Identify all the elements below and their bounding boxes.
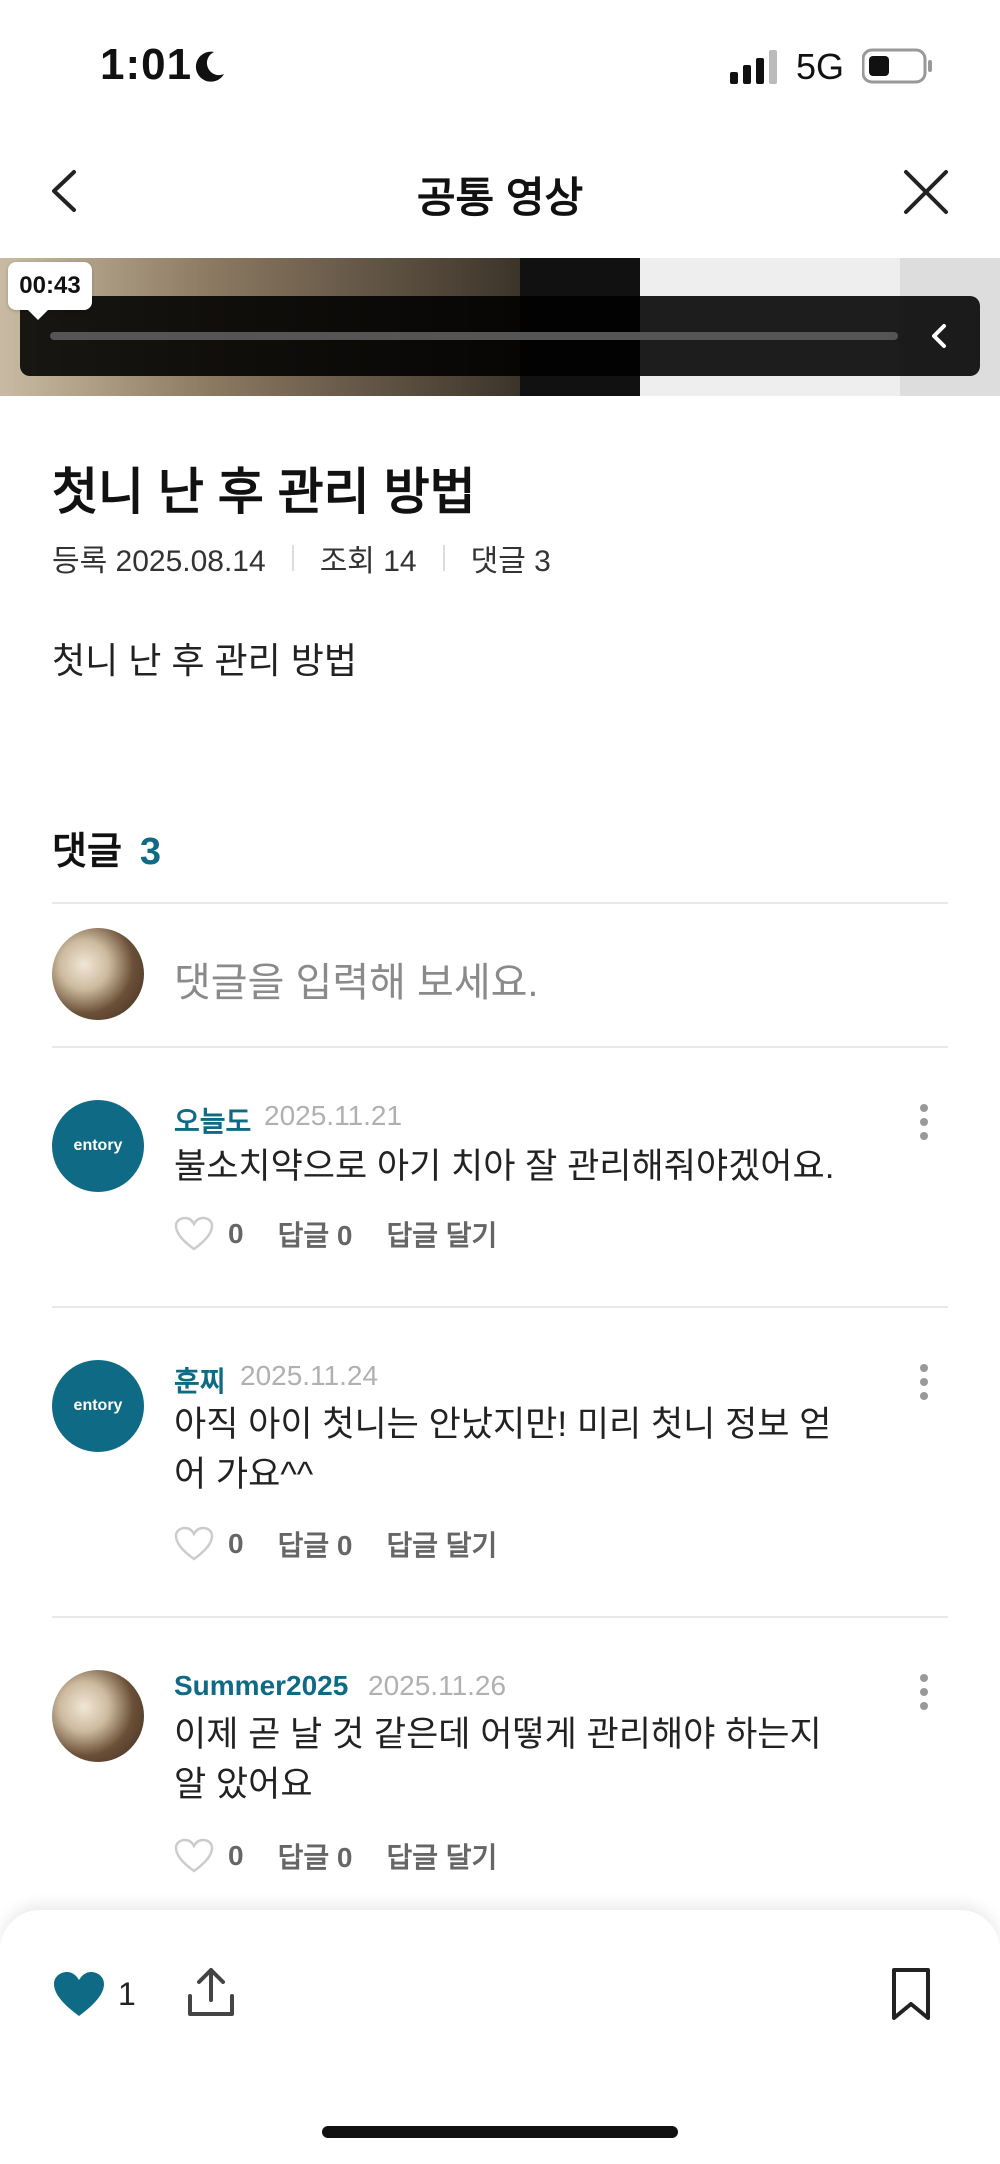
divider (52, 1616, 948, 1618)
like-count: 0 (228, 1528, 244, 1559)
meta-divider (291, 545, 294, 571)
avatar (52, 1670, 144, 1762)
comment-author[interactable]: 오늘도 (174, 1100, 251, 1140)
network-label: 5G (796, 46, 845, 87)
post-body: 첫니 난 후 관리 방법 (52, 640, 357, 681)
comments-count: 3 (139, 831, 162, 873)
comment-text: 아직 아이 첫니는 안났지만! 미리 첫니 정보 얻어 가요^^ (174, 1405, 832, 1494)
avatar: entory (52, 1360, 144, 1452)
avatar: entory (52, 1100, 144, 1192)
more-vertical-icon[interactable] (914, 1362, 934, 1402)
reply-count[interactable]: 답글 0 (278, 1836, 353, 1876)
video-progress-bar[interactable] (50, 332, 898, 340)
comment-text: 불소치약으로 아기 치아 잘 관리해줘야겠어요. (174, 1147, 835, 1186)
video-player[interactable] (0, 258, 1000, 396)
status-bar: 1:01 5G (0, 0, 1000, 130)
nav-bar: 공통 영상 (0, 140, 1000, 260)
comment-actions: 0 답글 0 답글 달기 (174, 1836, 497, 1876)
like-count: 0 (228, 1218, 244, 1249)
divider (52, 1306, 948, 1308)
reply-button[interactable]: 답글 달기 (386, 1524, 497, 1564)
comment-author[interactable]: 훈찌 (174, 1360, 226, 1400)
heart-outline-icon[interactable] (174, 1838, 214, 1874)
status-time: 1:01 (100, 40, 193, 89)
comment-date: 2025.11.24 (240, 1360, 379, 1391)
more-vertical-icon[interactable] (914, 1102, 934, 1142)
like-count: 0 (228, 1840, 244, 1871)
meta-divider (442, 545, 445, 571)
post-title: 첫니 난 후 관리 방법 (52, 464, 476, 520)
divider (52, 1046, 948, 1048)
post-date: 등록 2025.08.14 (52, 545, 266, 578)
share-icon[interactable] (184, 1964, 238, 2020)
more-vertical-icon[interactable] (914, 1672, 934, 1712)
moon-icon (195, 51, 224, 82)
heart-outline-icon[interactable] (174, 1216, 214, 1252)
reply-count[interactable]: 답글 0 (278, 1214, 353, 1254)
comments-label: 댓글 (52, 831, 122, 873)
comment-actions: 0 답글 0 답글 달기 (174, 1524, 497, 1564)
post-comment-count: 댓글 3 (470, 545, 551, 578)
reply-button[interactable]: 답글 달기 (386, 1214, 497, 1254)
page-title: 공통 영상 (416, 174, 584, 221)
divider (52, 902, 948, 904)
reply-button[interactable]: 답글 달기 (386, 1836, 497, 1876)
comment-actions: 0 답글 0 답글 달기 (174, 1214, 497, 1254)
video-controls (20, 296, 980, 376)
close-icon[interactable] (900, 166, 952, 218)
comment-author[interactable]: Summer2025 (174, 1670, 348, 1702)
comment-text: 이제 곧 날 것 같은데 어떻게 관리해야 하는지 알 았어요 (174, 1715, 822, 1804)
comment-date: 2025.11.26 (368, 1670, 507, 1701)
signal-icon (730, 50, 777, 84)
reply-count[interactable]: 답글 0 (278, 1524, 353, 1564)
post-views: 조회 14 (319, 545, 417, 578)
bottom-action-bar: 1 (0, 1910, 1000, 2164)
bookmark-icon[interactable] (888, 1966, 934, 2022)
home-indicator (322, 2126, 678, 2138)
post-like-count: 1 (118, 1976, 136, 2012)
heart-filled-icon[interactable] (52, 1970, 106, 2020)
battery-icon (862, 48, 932, 84)
chevron-left-icon[interactable] (920, 316, 960, 356)
comment-date: 2025.11.21 (264, 1100, 403, 1131)
comment-input[interactable]: 댓글을 입력해 보세요. (174, 950, 539, 1008)
heart-outline-icon[interactable] (174, 1526, 214, 1562)
post-meta: 등록 2025.08.14 조회 14 댓글 3 (52, 536, 551, 580)
video-timestamp: 00:43 (8, 262, 92, 320)
avatar (52, 928, 144, 1020)
comments-header: 댓글 3 (52, 820, 161, 875)
